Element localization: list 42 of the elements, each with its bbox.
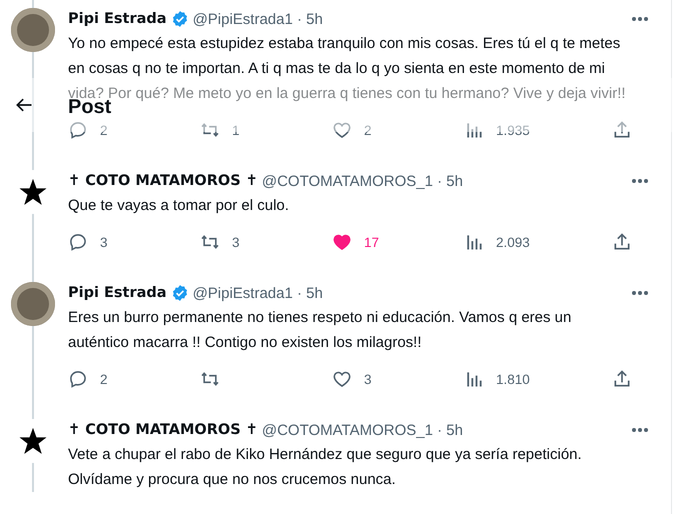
view-count: 1.935 bbox=[496, 122, 530, 138]
share-icon[interactable] bbox=[612, 120, 632, 140]
retweet-icon[interactable] bbox=[200, 120, 220, 140]
photo-placeholder[interactable] bbox=[11, 282, 55, 326]
handle-and-time: @COTOMATAMOROS_1 · 5h bbox=[262, 422, 463, 438]
heart-icon[interactable] bbox=[332, 232, 352, 252]
more-options-icon[interactable] bbox=[631, 290, 649, 296]
photo-placeholder[interactable] bbox=[11, 8, 55, 52]
star-icon[interactable] bbox=[18, 426, 48, 456]
star-icon[interactable] bbox=[18, 177, 48, 207]
view-count: 1.810 bbox=[496, 372, 530, 386]
share-icon[interactable] bbox=[612, 369, 632, 389]
reply-icon[interactable] bbox=[68, 232, 88, 252]
reply-icon[interactable] bbox=[68, 120, 88, 140]
handle-and-time: @PipiEstrada1 · 5h bbox=[192, 284, 323, 302]
like-count: 2 bbox=[364, 122, 372, 138]
view-count: 2.093 bbox=[496, 234, 530, 250]
tweet-text: Que te vayas a tomar por el culo. bbox=[68, 196, 290, 216]
more-options-icon[interactable] bbox=[631, 16, 649, 22]
reply-icon[interactable] bbox=[68, 369, 88, 389]
reply-count: 2 bbox=[100, 372, 108, 386]
tweet-text: Eres un burro permanente no tienes respeto ni educación. Vamos q eres un auténtico macarra !! Contigo no existen los milagros!! bbox=[68, 308, 572, 353]
author-name[interactable]: Pipi Estrada bbox=[68, 285, 167, 301]
heart-icon[interactable] bbox=[332, 369, 352, 389]
author-name[interactable]: ✝ COTO MATAMOROS ✝ bbox=[68, 173, 258, 189]
like-count: 17 bbox=[364, 234, 380, 250]
like-count: 3 bbox=[364, 372, 372, 386]
handle-and-time: @COTOMATAMOROS_1 · 5h bbox=[262, 172, 463, 190]
retweet-icon[interactable] bbox=[200, 369, 220, 389]
more-options-icon[interactable] bbox=[631, 178, 649, 184]
heart-icon[interactable] bbox=[332, 120, 352, 140]
author-name[interactable]: ✝ COTO MATAMOROS ✝ bbox=[68, 422, 258, 438]
reply-count: 3 bbox=[100, 234, 108, 250]
more-options-icon[interactable] bbox=[631, 427, 649, 433]
reply-count: 2 bbox=[100, 122, 108, 138]
retweet-count: 3 bbox=[232, 234, 240, 250]
author-name[interactable]: Pipi Estrada bbox=[68, 11, 167, 27]
handle-and-time: @PipiEstrada1 · 5h bbox=[192, 10, 323, 28]
retweet-icon[interactable] bbox=[200, 232, 220, 252]
share-icon[interactable] bbox=[612, 232, 632, 252]
tweet-text: Vete a chupar el rabo de Kiko Hernández que seguro que ya sería repetición. Olvídame y procura que no nos crucemos nunca. bbox=[68, 445, 583, 490]
retweet-count: 1 bbox=[232, 122, 240, 138]
